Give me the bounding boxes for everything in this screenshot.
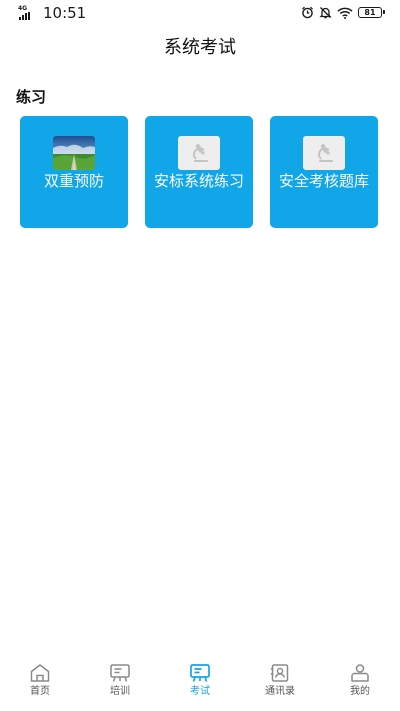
bottom-nav: 首页 培训 考试 通讯录 我的 [0, 655, 400, 711]
battery-level: 81 [364, 8, 376, 17]
mute-bell-icon [319, 7, 332, 19]
image-placeholder-icon [178, 136, 220, 170]
section-title-practice: 练习 [16, 88, 47, 106]
status-bar: 4G 10:51 81 [0, 0, 400, 28]
home-icon [29, 663, 51, 683]
status-time: 10:51 [43, 4, 87, 22]
network-type: 4G [18, 5, 28, 12]
nav-item-training[interactable]: 培训 [80, 655, 160, 711]
tile-safety-standard-practice[interactable]: 安标系统练习 [145, 116, 253, 228]
contacts-icon [269, 663, 291, 683]
status-icons: 81 [301, 6, 385, 19]
tile-label: 安标系统练习 [153, 172, 244, 190]
nav-label-contacts: 通讯录 [265, 686, 295, 697]
nav-item-exam[interactable]: 考试 [160, 655, 240, 711]
nav-label-exam: 考试 [190, 686, 210, 697]
nav-item-home[interactable]: 首页 [0, 655, 80, 711]
exam-screen: 4G 10:51 81 系统考试 练习 双重预防 安标系统练习 安全考核题库 首… [0, 0, 400, 711]
tile-dual-prevention[interactable]: 双重预防 [20, 116, 128, 228]
profile-icon [349, 663, 371, 683]
nav-label-home: 首页 [30, 686, 50, 697]
landscape-image [53, 136, 95, 170]
tile-label: 安全考核题库 [278, 172, 369, 190]
exam-icon [189, 663, 211, 683]
nav-item-contacts[interactable]: 通讯录 [240, 655, 320, 711]
training-icon [109, 663, 131, 683]
tile-safety-assessment-bank[interactable]: 安全考核题库 [270, 116, 378, 228]
nav-label-profile: 我的 [350, 686, 370, 697]
wifi-icon [337, 7, 353, 19]
page-title: 系统考试 [164, 37, 236, 58]
signal-icon: 4G [18, 5, 40, 20]
practice-tiles: 双重预防 安标系统练习 安全考核题库 [20, 116, 378, 228]
tile-label: 双重预防 [43, 172, 104, 190]
nav-item-profile[interactable]: 我的 [320, 655, 400, 711]
nav-label-training: 培训 [110, 686, 130, 697]
image-placeholder-icon [303, 136, 345, 170]
battery-icon: 81 [358, 7, 385, 18]
alarm-icon [302, 6, 313, 19]
